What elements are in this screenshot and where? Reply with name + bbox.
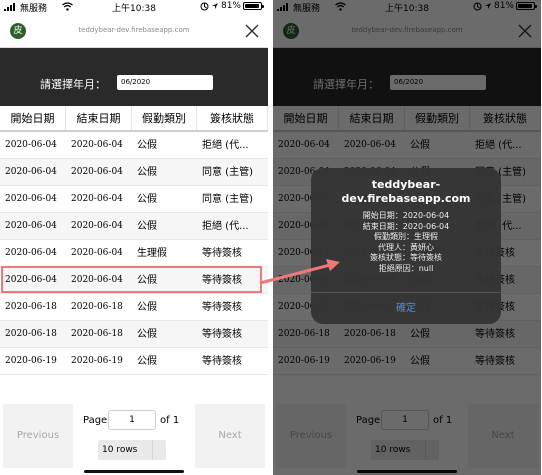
table-cell: 2020-06-18 — [5, 329, 57, 339]
alert-line-end: 結束日期：2020-06-04 — [362, 221, 450, 231]
table-row[interactable]: 2020-06-04 2020-06-04 公假 同意 (主管) — [0, 186, 268, 213]
table-cell: 2020-06-04 — [5, 194, 57, 204]
table-row[interactable]: 2020-06-042020-06-04生理假等待簽核 — [0, 240, 268, 267]
table-cell: 公假 — [137, 140, 157, 151]
home-indicator — [84, 470, 184, 473]
table-cell: 同意 (主管) — [202, 194, 253, 205]
table-cell: 等待簽核 — [202, 302, 242, 313]
table-row[interactable]: 2020-06-19 2020-06-19 公假 等待簽核 — [0, 348, 268, 375]
table-row[interactable]: 2020-06-04 2020-06-04 公假 同意 (主管) — [0, 159, 268, 186]
table-row[interactable]: 2020-06-04 2020-06-04 公假 拒絕 (代... — [0, 132, 268, 159]
pagination: Previous Page 1 of 1 10 rows Next — [0, 401, 268, 475]
page-input[interactable]: 1 — [108, 410, 156, 430]
table-cell: 公假 — [137, 167, 157, 178]
table-cell: 同意 (主管) — [202, 167, 253, 178]
table-cell: 2020-06-04 — [71, 221, 123, 231]
rows-per-page-select[interactable]: 10 rows — [98, 440, 166, 460]
rows-per-page-value: 10 rows — [102, 445, 138, 455]
alert-ok-button[interactable]: 確定 — [311, 293, 501, 324]
table-row[interactable]: 2020-06-18 2020-06-18 公假 等待簽核 — [0, 321, 268, 348]
table-cell: 2020-06-04 — [5, 167, 57, 177]
alert-line-type: 假勤類別：生理假 — [374, 232, 438, 242]
page-total: of 1 — [160, 415, 180, 426]
month-picker-label: 請選擇年月： — [40, 78, 106, 91]
battery-level-fill — [245, 4, 259, 8]
alert-dialog: teddybear- dev.firebaseapp.com 開始日期：2020… — [311, 168, 501, 324]
alert-line-agent: 代理人：黃妍心 — [378, 242, 434, 252]
table-cell: 公假 — [137, 194, 157, 205]
table-cell: 2020-06-19 — [71, 356, 123, 366]
left-screen: 無服務 上午10:38 81% 皮 teddybear-dev.firebase… — [0, 0, 268, 475]
table-cell: 2020-06-04 — [5, 221, 57, 231]
url-text: teddybear-dev.firebaseapp.com — [78, 26, 190, 34]
alert-title: teddybear- dev.firebaseapp.com — [311, 178, 501, 206]
table-cell: 2020-06-18 — [71, 329, 123, 339]
battery-icon — [243, 2, 264, 10]
table-cell: 2020-06-04 — [71, 194, 123, 204]
table-cell: 2020-06-04 — [71, 167, 123, 177]
alert-line-start: 開始日期：2020-06-04 — [362, 211, 450, 220]
table-row[interactable]: 2020-06-04 2020-06-04 公假 拒絕 (代... — [0, 213, 268, 240]
table-cell: 生理假 — [137, 248, 167, 259]
location-arrow-icon — [211, 3, 218, 9]
table-cell: 2020-06-18 — [71, 302, 123, 312]
status-right: 81% — [200, 1, 264, 11]
close-icon[interactable] — [244, 23, 260, 39]
row-highlight — [1, 266, 262, 293]
table-row[interactable]: 2020-06-18 2020-06-18 公假 等待簽核 — [0, 294, 268, 321]
previous-button[interactable]: Previous — [3, 404, 73, 468]
table-header: 開始日期結束日期假勤類別簽核狀態 — [0, 106, 268, 132]
column-header[interactable]: 假勤類別 — [132, 106, 197, 130]
browser-header: 皮 teddybear-dev.firebaseapp.com — [0, 14, 268, 48]
month-picker-input[interactable]: 06/2020 — [117, 75, 213, 90]
table-cell: 2020-06-18 — [5, 302, 57, 312]
column-header[interactable]: 開始日期 — [0, 106, 66, 130]
column-header[interactable]: 簽核狀態 — [197, 106, 268, 130]
right-screen: 無服務 上午10:38 81% 皮 teddybear-dev.firebase… — [273, 0, 541, 475]
table-cell: 拒絕 (代... — [202, 140, 249, 151]
select-arrow-icon — [152, 440, 166, 460]
table-cell: 等待簽核 — [202, 356, 242, 367]
page-controls: Page 1 of 1 10 rows — [78, 407, 190, 471]
month-picker-header: 請選擇年月： 06/2020 — [0, 48, 268, 106]
table-cell: 公假 — [137, 302, 157, 313]
page-label: Page — [83, 415, 108, 426]
table-cell: 2020-06-04 — [5, 140, 57, 150]
table-cell: 2020-06-19 — [5, 356, 57, 366]
arrow-icon — [259, 259, 340, 285]
table-cell: 2020-06-04 — [71, 140, 123, 150]
table-cell: 公假 — [137, 221, 157, 232]
table-cell: 拒絕 (代... — [202, 221, 249, 232]
status-bar: 無服務 上午10:38 81% — [0, 0, 268, 14]
battery-percent: 81% — [220, 1, 241, 11]
alert-title-line-2: dev.firebaseapp.com — [341, 192, 471, 205]
table-cell: 等待簽核 — [202, 329, 242, 340]
table-cell: 2020-06-04 — [71, 248, 123, 258]
alert-title-line-1: teddybear- — [371, 178, 441, 191]
next-button[interactable]: Next — [195, 404, 265, 468]
table-cell: 公假 — [137, 356, 157, 367]
column-header[interactable]: 結束日期 — [66, 106, 132, 130]
leave-table: 開始日期結束日期假勤類別簽核狀態2020-06-042020-06-04公假拒絕… — [0, 106, 268, 375]
table-cell: 公假 — [137, 329, 157, 340]
location-icon — [200, 2, 209, 10]
table-cell: 2020-06-04 — [5, 248, 57, 258]
